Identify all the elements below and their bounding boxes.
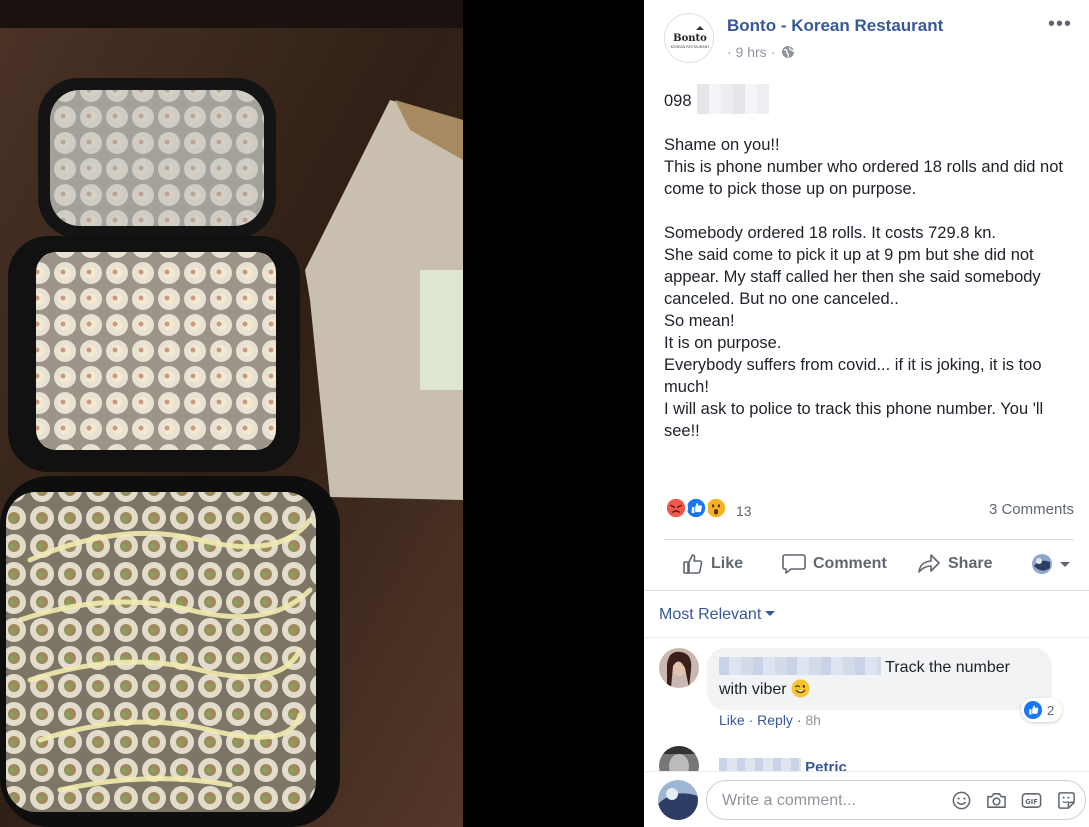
comment-button-label: Comment xyxy=(813,555,887,572)
profile-avatar-icon xyxy=(1032,554,1052,574)
current-user-avatar[interactable] xyxy=(658,780,698,820)
wink-emoji-icon xyxy=(791,679,810,698)
commenter-avatar[interactable] xyxy=(659,746,699,774)
post-message: 098 Shame on you!! This is phone number … xyxy=(664,84,1072,464)
sushi-photo-illustration xyxy=(0,0,463,827)
phone-number-prefix: 098 xyxy=(664,92,692,110)
camera-icon[interactable] xyxy=(986,790,1007,811)
logo-subtext: KOREAN RESTAURANT xyxy=(671,45,711,49)
share-icon xyxy=(918,554,940,573)
post-time-link[interactable]: 9 hrs xyxy=(736,44,767,60)
emoji-icon[interactable] xyxy=(951,790,972,811)
user-photo xyxy=(658,780,698,820)
comment-as-selector[interactable] xyxy=(1032,554,1070,574)
share-button[interactable]: Share xyxy=(917,540,992,588)
like-button-label: Like xyxy=(711,555,744,572)
post-meta: · 9 hrs · xyxy=(727,44,795,60)
comment-composer: Write a comment... GIF xyxy=(644,771,1089,827)
share-button-label: Share xyxy=(948,555,993,572)
divider xyxy=(644,637,1089,638)
phone-number-line: 098 xyxy=(664,84,1072,114)
commenter-name-redaction[interactable] xyxy=(719,657,881,675)
meta-separator: · xyxy=(727,44,732,60)
commenter-photo xyxy=(659,746,699,774)
comment-actions-separator: · xyxy=(796,712,802,728)
comment-time[interactable]: 8h xyxy=(805,712,821,728)
reactions-bar: 13 3 Comments xyxy=(664,494,1074,524)
comment-actions-separator: · xyxy=(748,712,754,728)
thumbs-up-icon xyxy=(683,554,703,574)
phone-number-redaction xyxy=(697,84,769,114)
comment-button[interactable]: Comment xyxy=(782,540,887,588)
comment-like-count: 2 xyxy=(1047,702,1055,718)
comment-icon xyxy=(782,554,806,574)
commenter-avatar[interactable] xyxy=(659,648,699,688)
post-paragraph: Shame on you!! This is phone number who … xyxy=(664,136,1063,198)
sort-label: Most Relevant xyxy=(659,606,762,623)
comment-bubble: Track the number with viber xyxy=(707,648,1052,710)
post-side-panel: Bonto KOREAN RESTAURANT Bonto - Korean R… xyxy=(644,0,1089,827)
sticker-icon[interactable] xyxy=(1056,790,1077,811)
page-avatar[interactable]: Bonto KOREAN RESTAURANT xyxy=(664,13,714,63)
globe-icon[interactable] xyxy=(781,45,795,59)
comment-item: Petric xyxy=(659,746,1079,774)
post-photo[interactable] xyxy=(0,0,463,827)
logo-text: Bonto xyxy=(673,33,707,44)
reaction-count[interactable]: 13 xyxy=(736,503,752,519)
comment-sort-dropdown[interactable]: Most Relevant xyxy=(659,606,776,624)
divider xyxy=(644,590,1089,591)
page-name-link[interactable]: Bonto - Korean Restaurant xyxy=(727,16,943,36)
post-header: Bonto KOREAN RESTAURANT Bonto - Korean R… xyxy=(664,13,1074,63)
chevron-down-icon xyxy=(1060,561,1070,567)
comment-reply-link[interactable]: Reply xyxy=(757,712,793,728)
like-reaction-icon xyxy=(1024,701,1042,719)
restaurant-logo: Bonto KOREAN RESTAURANT xyxy=(671,26,711,49)
comments-count-link[interactable]: 3 Comments xyxy=(989,501,1074,518)
angry-reaction-icon xyxy=(664,496,688,520)
composer-tools: GIF xyxy=(951,790,1077,811)
chevron-down-icon xyxy=(765,611,776,616)
comment-input[interactable]: Write a comment... GIF xyxy=(706,780,1086,820)
svg-text:GIF: GIF xyxy=(1025,798,1038,806)
photo-viewer xyxy=(0,0,644,827)
like-button[interactable]: Like xyxy=(682,540,743,588)
gif-icon[interactable]: GIF xyxy=(1021,790,1042,811)
comment-actions: Like · Reply · 8h xyxy=(719,712,821,728)
post-actions: Like Comment Share xyxy=(664,540,1074,588)
commenter-photo xyxy=(659,648,699,688)
more-options-icon[interactable]: ••• xyxy=(1048,14,1074,34)
comment-input-placeholder: Write a comment... xyxy=(722,792,856,809)
comment-likes-badge[interactable]: 2 xyxy=(1021,698,1063,722)
meta-separator: · xyxy=(770,44,776,60)
comment-like-link[interactable]: Like xyxy=(719,712,745,728)
post-paragraph: Somebody ordered 18 rolls. It costs 729.… xyxy=(664,224,1044,440)
